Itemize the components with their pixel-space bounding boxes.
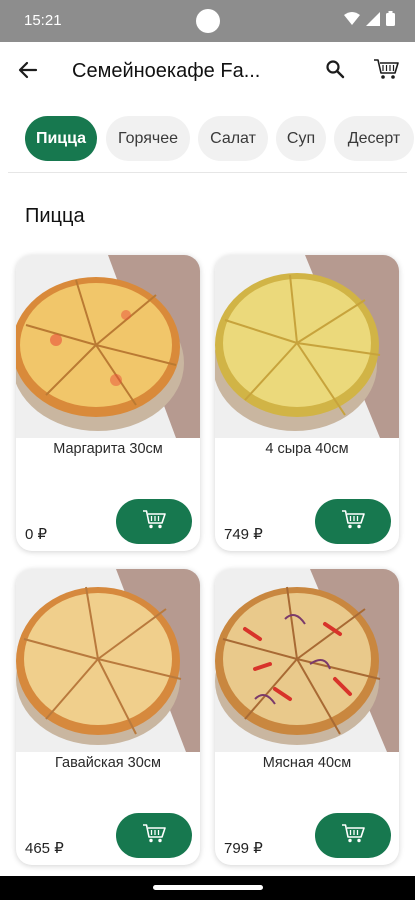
tab-salad[interactable]: Салат bbox=[198, 116, 268, 161]
app-bar: Семейноекафе Fa... bbox=[0, 42, 415, 100]
cart-icon bbox=[373, 58, 399, 85]
product-name: Мясная 40см bbox=[262, 755, 352, 771]
product-image-four-cheese bbox=[215, 255, 399, 438]
product-price: 799 ₽ bbox=[224, 840, 263, 857]
add-to-cart-button[interactable] bbox=[116, 813, 192, 858]
cart-plus-icon bbox=[341, 823, 365, 848]
add-to-cart-button[interactable] bbox=[315, 813, 391, 858]
status-time: 15:21 bbox=[24, 12, 62, 29]
product-name: 4 сыра 40см bbox=[265, 441, 349, 457]
cart-button[interactable] bbox=[370, 56, 402, 86]
product-image-hawaiian bbox=[16, 569, 200, 752]
product-price: 749 ₽ bbox=[224, 526, 263, 543]
status-icons bbox=[344, 11, 395, 31]
tab-dessert[interactable]: Десерт bbox=[334, 116, 414, 161]
search-button[interactable] bbox=[320, 56, 350, 86]
battery-icon bbox=[386, 11, 395, 31]
add-to-cart-button[interactable] bbox=[116, 499, 192, 544]
product-name: Гавайская 30см bbox=[54, 755, 161, 771]
category-tabs: Пицца Горячее Салат Суп Десерт bbox=[0, 116, 415, 162]
system-nav-bar bbox=[0, 876, 415, 900]
product-card-meat[interactable]: Мясная 40см 799 ₽ bbox=[215, 569, 399, 865]
signal-icon bbox=[366, 11, 380, 31]
page-title: Семейноекафе Fa... bbox=[72, 60, 261, 82]
tabs-divider bbox=[8, 172, 407, 173]
cart-plus-icon bbox=[142, 823, 166, 848]
arrow-left-icon bbox=[18, 60, 38, 85]
product-image-margarita bbox=[16, 255, 200, 438]
product-price: 0 ₽ bbox=[25, 526, 48, 543]
product-name: Маргарита 30см bbox=[53, 441, 163, 457]
product-card-margarita[interactable]: Маргарита 30см 0 ₽ bbox=[16, 255, 200, 551]
camera-cutout bbox=[196, 9, 220, 33]
home-gesture-handle[interactable] bbox=[153, 885, 263, 890]
section-title: Пицца bbox=[25, 205, 85, 227]
cart-plus-icon bbox=[341, 509, 365, 534]
product-card-four-cheese[interactable]: 4 сыра 40см 749 ₽ bbox=[215, 255, 399, 551]
search-icon bbox=[325, 59, 345, 84]
status-bar: 15:21 bbox=[0, 0, 415, 42]
product-image-meat bbox=[215, 569, 399, 752]
back-button[interactable] bbox=[14, 58, 42, 86]
cart-plus-icon bbox=[142, 509, 166, 534]
wifi-icon bbox=[344, 11, 360, 31]
tab-soup[interactable]: Суп bbox=[276, 116, 326, 161]
tab-pizza[interactable]: Пицца bbox=[25, 116, 97, 161]
product-price: 465 ₽ bbox=[25, 840, 64, 857]
product-card-hawaiian[interactable]: Гавайская 30см 465 ₽ bbox=[16, 569, 200, 865]
add-to-cart-button[interactable] bbox=[315, 499, 391, 544]
tab-hot[interactable]: Горячее bbox=[106, 116, 190, 161]
